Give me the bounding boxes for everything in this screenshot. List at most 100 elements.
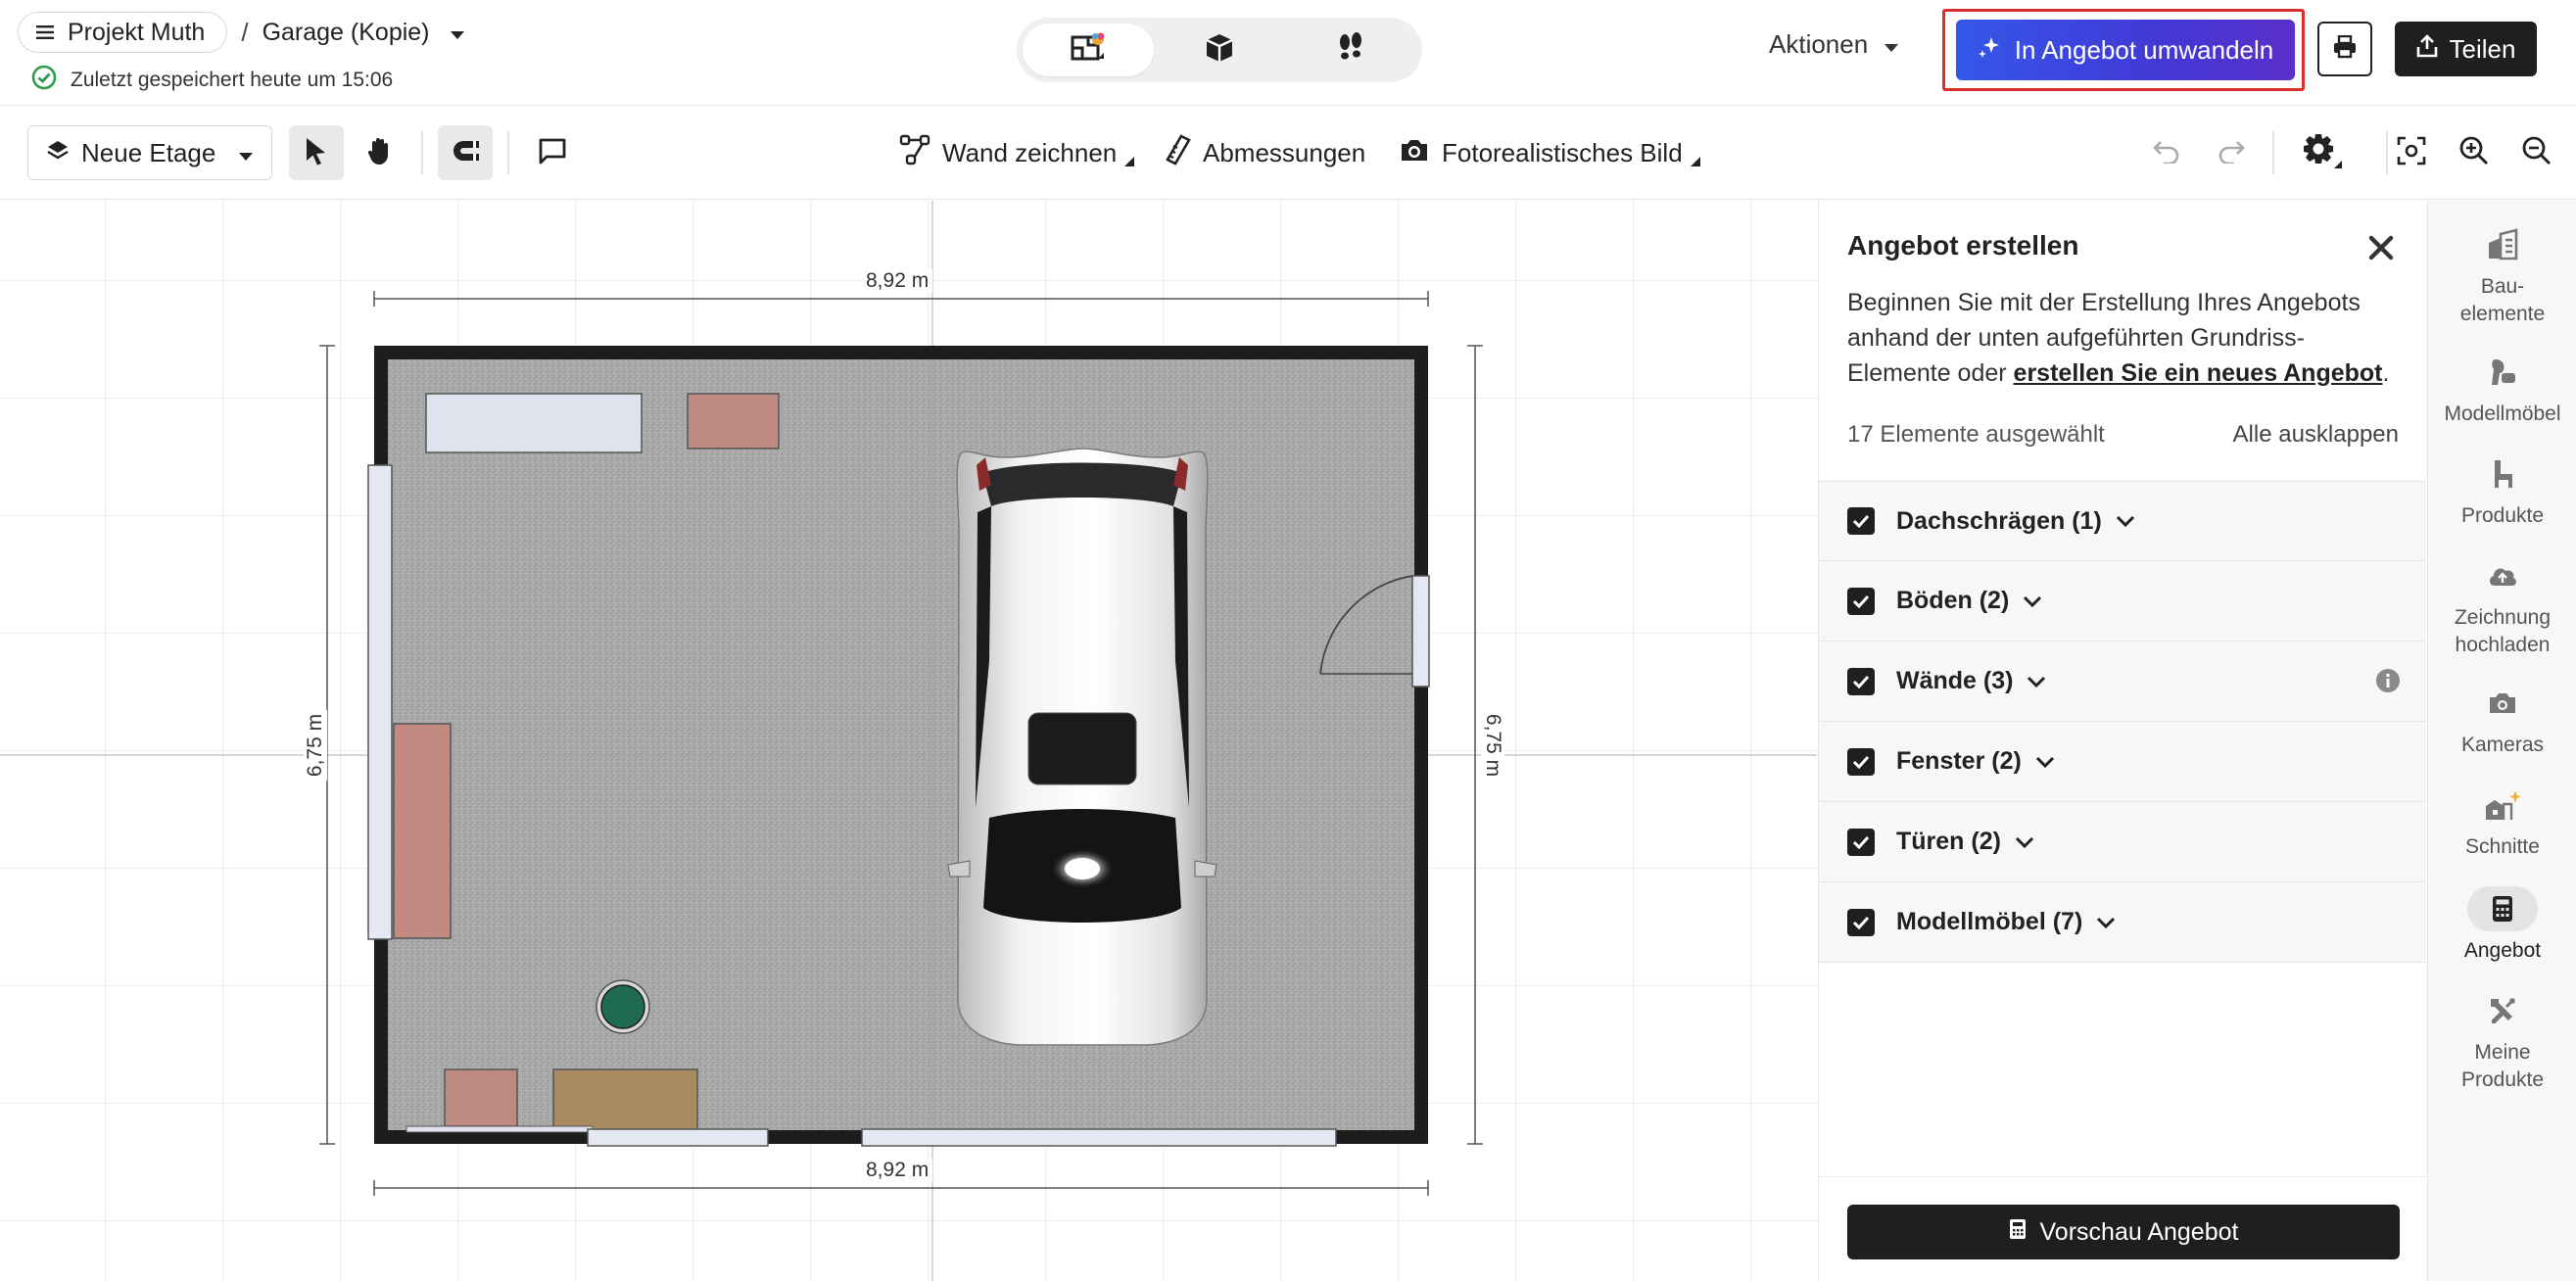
magnet-icon <box>450 138 481 168</box>
section-sparkle-icon <box>2467 783 2538 828</box>
category-row-dachschraegen[interactable]: Dachschrägen (1) <box>1819 481 2426 561</box>
focus-frame-icon <box>2397 136 2426 170</box>
preview-quote-label: Vorschau Angebot <box>2039 1217 2239 1246</box>
chevron-down-icon[interactable] <box>2116 515 2135 527</box>
category-row-fenster[interactable]: Fenster (2) <box>1819 722 2426 802</box>
garage-door[interactable] <box>861 1128 1337 1147</box>
chevron-down-icon[interactable] <box>2027 676 2046 688</box>
toolbar-divider <box>421 131 423 174</box>
chevron-down-icon[interactable] <box>2035 756 2055 768</box>
print-button[interactable] <box>2317 22 2372 76</box>
convert-to-quote-button[interactable]: In Angebot umwandeln <box>1956 20 2295 80</box>
photorealistic-image-label: Fotorealistisches Bild <box>1442 137 1683 167</box>
category-row-waende[interactable]: Wände (3) <box>1819 641 2426 722</box>
category-checkbox[interactable] <box>1847 828 1875 856</box>
cloud-upload-icon <box>2467 553 2538 598</box>
photorealistic-image-tool[interactable]: Fotorealistisches Bild <box>1399 133 1700 172</box>
floor-dropdown[interactable]: Neue Etage <box>27 125 272 180</box>
rail-item-angebot[interactable]: Angebot <box>2428 886 2576 965</box>
toolbar-divider <box>2386 131 2388 174</box>
category-checkbox[interactable] <box>1847 667 1875 695</box>
view-2d-button[interactable] <box>1023 24 1154 76</box>
fit-view-button[interactable] <box>2392 133 2431 172</box>
rail-item-produkte[interactable]: Produkte <box>2428 451 2576 530</box>
chair-icon <box>2467 451 2538 497</box>
caret-down-icon <box>238 138 254 168</box>
box-bottom-left[interactable] <box>444 1068 518 1127</box>
breadcrumb: Projekt Muth / Garage (Kopie) <box>18 12 465 53</box>
share-upload-icon <box>2416 33 2438 65</box>
shelf-top-left[interactable] <box>425 393 643 453</box>
share-button[interactable]: Teilen <box>2395 22 2537 76</box>
draw-wall-tool[interactable]: Wand zeichnen <box>899 133 1135 172</box>
rail-label: Modellmöbel <box>2444 403 2561 425</box>
rail-item-kameras[interactable]: Kameras <box>2428 681 2576 759</box>
window-left[interactable] <box>367 464 393 940</box>
window-bottom[interactable] <box>587 1128 769 1147</box>
category-checkbox[interactable] <box>1847 908 1875 936</box>
category-row-tueren[interactable]: Türen (2) <box>1819 802 2426 882</box>
chevron-down-icon[interactable] <box>2015 836 2034 848</box>
hand-icon <box>366 136 394 170</box>
info-icon[interactable] <box>2375 668 2401 693</box>
category-checkbox[interactable] <box>1847 507 1875 535</box>
category-checkbox[interactable] <box>1847 587 1875 615</box>
category-label: Fenster (2) <box>1896 747 2022 775</box>
category-row-boeden[interactable]: Böden (2) <box>1819 561 2426 641</box>
preview-quote-button[interactable]: Vorschau Angebot <box>1847 1205 2400 1259</box>
undo-icon <box>2152 138 2181 168</box>
actions-dropdown[interactable]: Aktionen <box>1769 29 1899 60</box>
zoom-out-button[interactable] <box>2517 133 2556 172</box>
category-checkbox[interactable] <box>1847 747 1875 776</box>
rail-label: Schnitte <box>2465 835 2540 858</box>
view-3d-button[interactable] <box>1154 24 1285 76</box>
category-row-modellmoebel[interactable]: Modellmöbel (7) <box>1819 882 2426 963</box>
submenu-indicator-icon <box>1124 157 1135 166</box>
rail-label: Produkte <box>2460 504 2545 527</box>
rail-item-meine-produkte[interactable]: Meine Produkte <box>2428 988 2576 1094</box>
rail-item-schnitte[interactable]: Schnitte <box>2428 783 2576 861</box>
create-new-quote-link[interactable]: erstellen Sie ein neues Angebot <box>2014 359 2383 387</box>
round-bin[interactable] <box>600 984 645 1029</box>
box-top[interactable] <box>687 393 780 450</box>
draw-wall-label: Wand zeichnen <box>942 137 1118 167</box>
undo-button[interactable] <box>2147 133 2186 172</box>
dimension-bottom-label: 8,92 m <box>862 1159 933 1182</box>
car-model[interactable] <box>947 448 1217 1046</box>
comment-tool-button[interactable] <box>525 125 580 180</box>
layers-icon <box>46 138 70 168</box>
chevron-down-icon[interactable] <box>2096 917 2116 928</box>
3d-box-icon <box>1203 31 1236 70</box>
room-floor[interactable] <box>388 359 1414 1130</box>
select-tool-button[interactable] <box>289 125 344 180</box>
rail-item-bauelemente[interactable]: Bau- elemente <box>2428 222 2576 328</box>
zoom-in-button[interactable] <box>2455 133 2494 172</box>
magnet-snap-button[interactable] <box>438 125 493 180</box>
calculator-icon <box>2009 1218 2027 1247</box>
close-button[interactable] <box>2363 230 2399 265</box>
project-name-dropdown[interactable]: Garage (Kopie) <box>262 19 465 47</box>
rail-item-modellmoebel[interactable]: Modellmöbel <box>2428 350 2576 428</box>
floorplan-canvas[interactable]: 8,92 m 8,92 m 6,75 m 6,75 m <box>0 201 1817 1281</box>
right-rail: Bau- elemente Modellmöbel Produkte Zeich… <box>2427 201 2576 1281</box>
cabinet-left[interactable] <box>393 723 452 939</box>
redo-button[interactable] <box>2212 133 2251 172</box>
dimensions-tool[interactable]: Abmessungen <box>1164 133 1365 172</box>
chevron-down-icon[interactable] <box>2023 595 2042 607</box>
expand-all-link[interactable]: Alle ausklappen <box>2233 421 2399 449</box>
view-walkthrough-button[interactable] <box>1285 24 1416 76</box>
rail-item-zeichnung-hochladen[interactable]: Zeichnung hochladen <box>2428 553 2576 659</box>
project-menu-button[interactable]: Projekt Muth <box>18 12 228 53</box>
workbench[interactable] <box>552 1068 698 1131</box>
dimension-top-label: 8,92 m <box>862 269 933 293</box>
panel-description-end: . <box>2382 359 2390 387</box>
category-label: Böden (2) <box>1896 587 2010 614</box>
category-label: Modellmöbel (7) <box>1896 908 2083 935</box>
ruler-pencil-icon <box>1164 133 1191 172</box>
editor-toolbar: Neue Etage Wand zeichnen Abmessungen Fot… <box>0 106 2576 200</box>
dimension-right-label: 6,75 m <box>1481 709 1505 782</box>
rail-label: Kameras <box>2460 734 2545 756</box>
pan-tool-button[interactable] <box>353 125 407 180</box>
breadcrumb-separator: / <box>241 17 249 47</box>
settings-button[interactable] <box>2298 133 2347 172</box>
